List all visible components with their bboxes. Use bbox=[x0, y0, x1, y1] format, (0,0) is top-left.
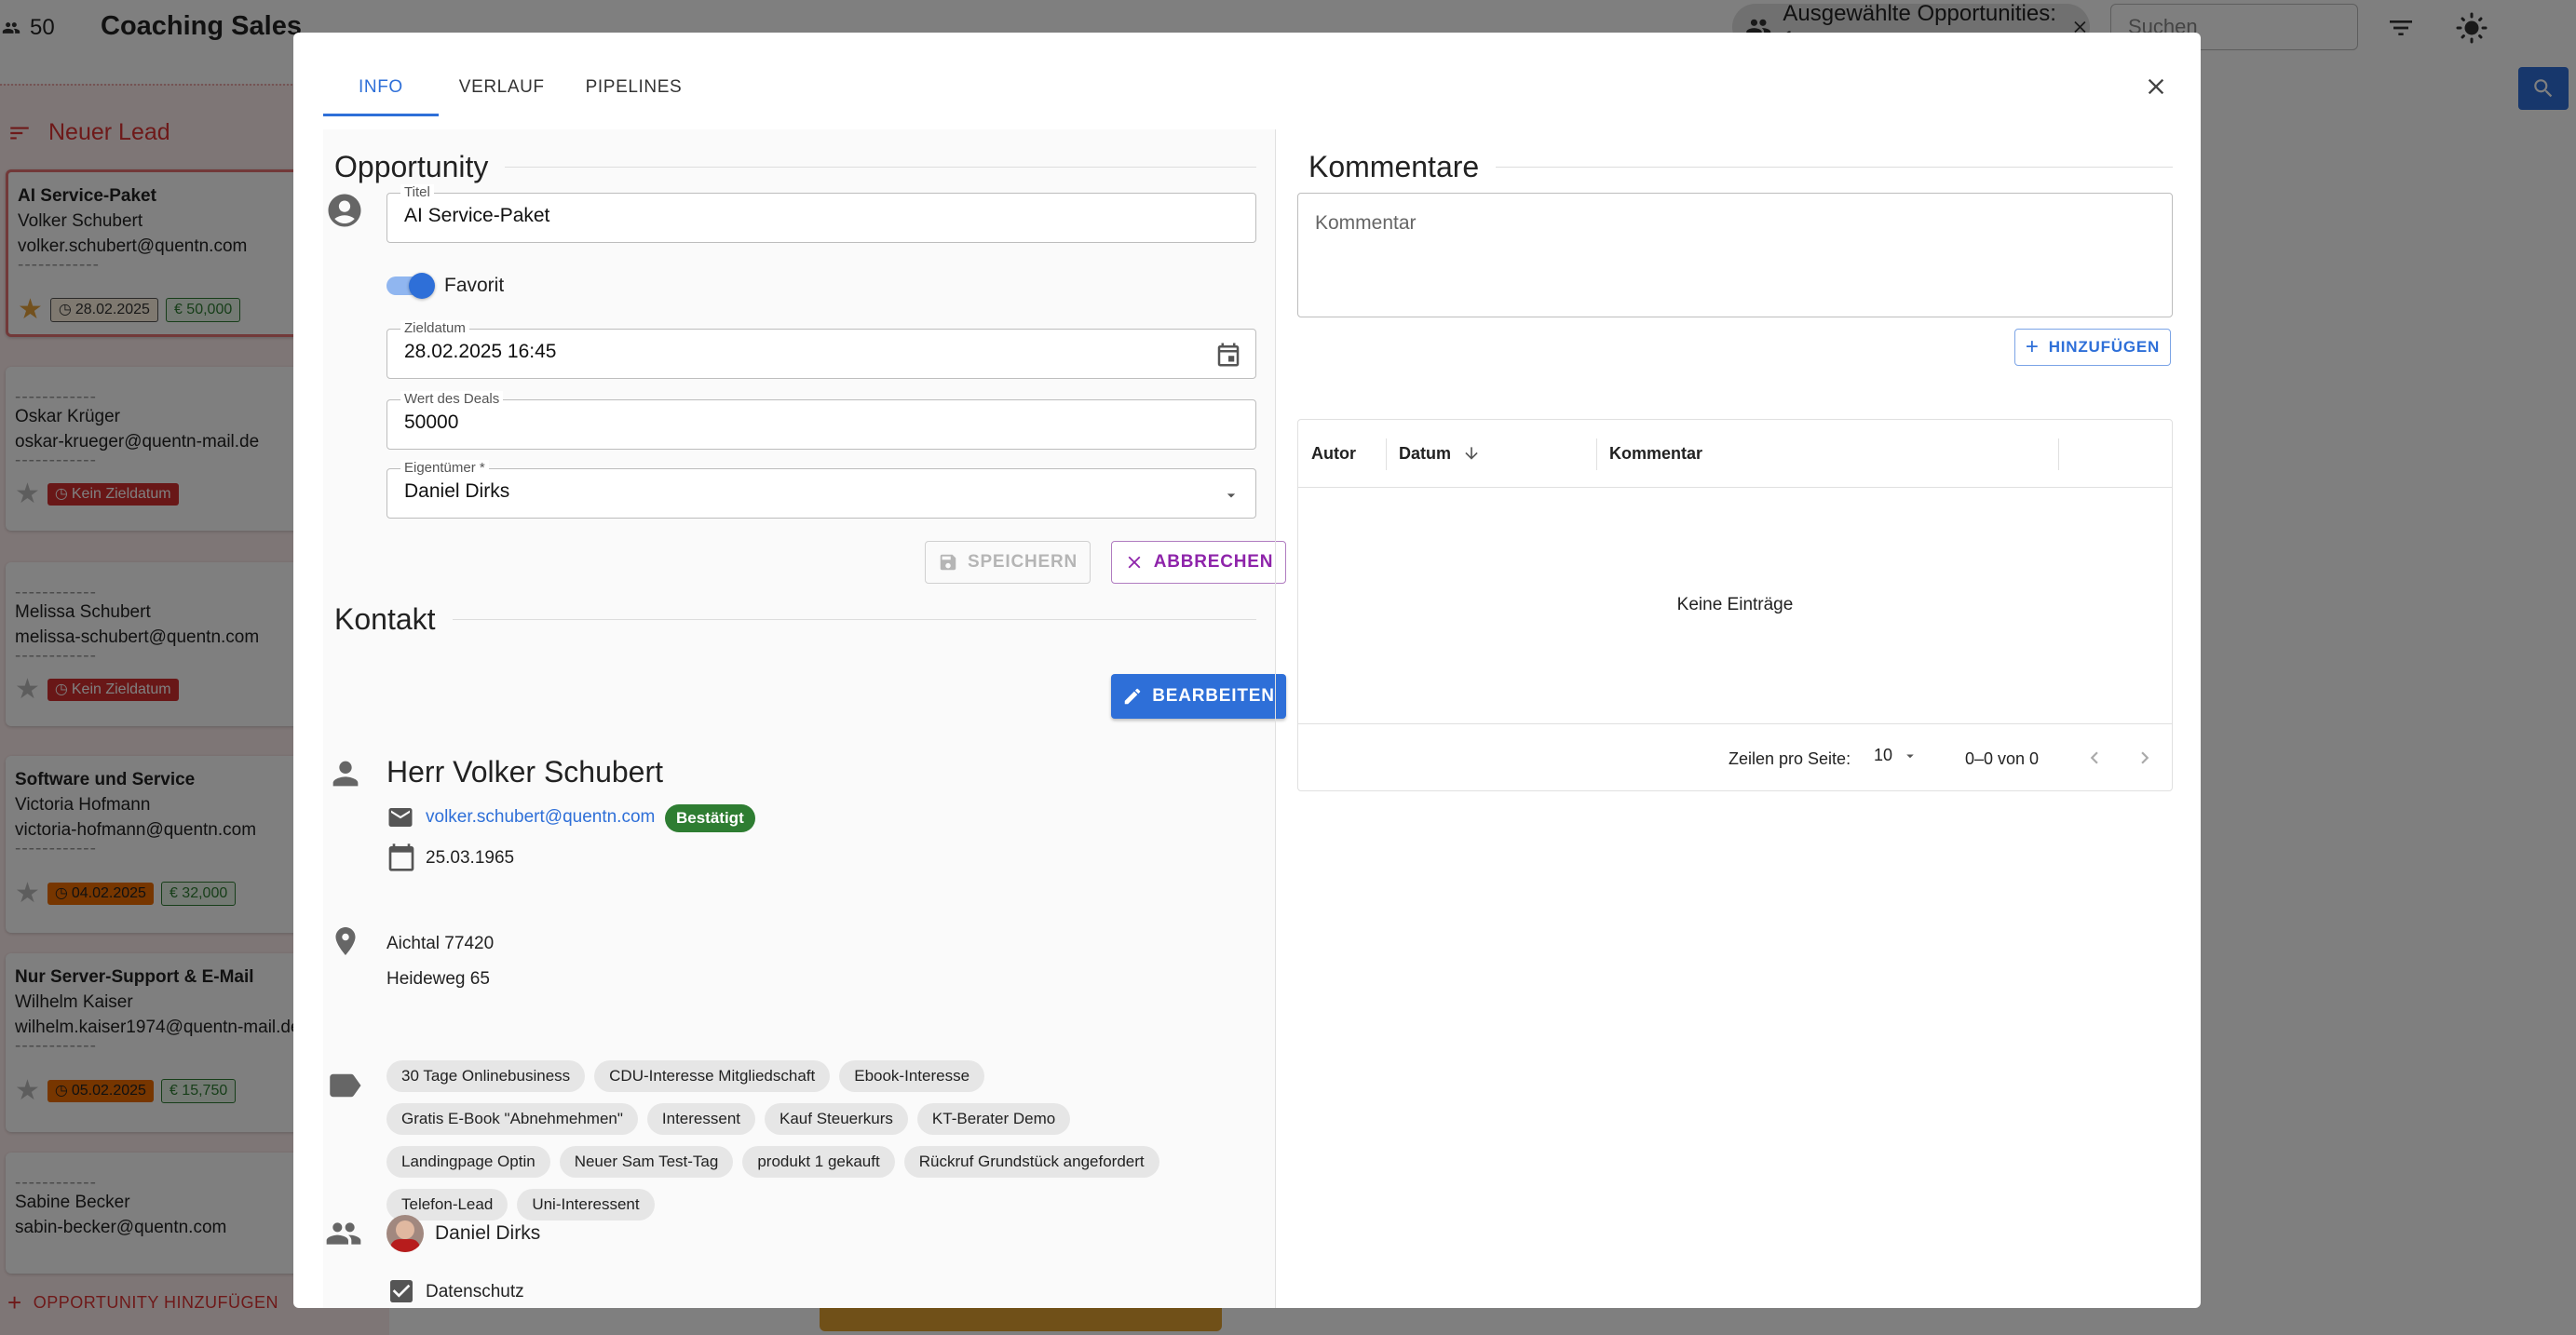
opportunity-dialog: INFO VERLAUF PIPELINES Opportunity Titel… bbox=[293, 33, 2201, 1308]
tag-chip[interactable]: Ebook-Interesse bbox=[839, 1060, 985, 1092]
tag-chip[interactable]: produkt 1 gekauft bbox=[742, 1146, 895, 1178]
tab-verlauf[interactable]: VERLAUF bbox=[439, 62, 565, 113]
deal-value-field[interactable]: Wert des Deals 50000 bbox=[386, 391, 1256, 450]
tag-chip[interactable]: KT-Berater Demo bbox=[916, 1103, 1071, 1135]
column-header-date[interactable]: Datum bbox=[1399, 420, 1481, 487]
empty-state-text: Keine Einträge bbox=[1676, 595, 1794, 614]
address-line-2: Heideweg 65 bbox=[386, 969, 490, 989]
owner-label: Eigentümer * bbox=[400, 460, 489, 477]
comment-placeholder: Kommentar bbox=[1315, 212, 1417, 234]
owner-select[interactable]: Eigentümer * Daniel Dirks bbox=[386, 460, 1256, 519]
arrow-down-icon bbox=[1465, 447, 1478, 460]
contact-tags: 30 Tage Onlinebusiness CDU-Interesse Mit… bbox=[386, 1060, 1243, 1232]
opportunity-section-title: Opportunity bbox=[334, 150, 1256, 184]
person-icon bbox=[332, 761, 359, 787]
cancel-label: ABBRECHEN bbox=[1153, 552, 1274, 572]
deal-value-input: 50000 bbox=[404, 411, 459, 433]
add-comment-label: HINZUFÜGEN bbox=[2048, 338, 2161, 356]
account-circle-icon bbox=[328, 194, 361, 227]
tag-chip[interactable]: CDU-Interesse Mitgliedschaft bbox=[594, 1060, 831, 1092]
column-header-author[interactable]: Autor bbox=[1311, 420, 1356, 487]
deal-value-label: Wert des Deals bbox=[400, 391, 504, 408]
target-date-field[interactable]: Zieldatum 28.02.2025 16:45 bbox=[386, 320, 1256, 379]
title-value: AI Service-Paket bbox=[404, 205, 550, 226]
contact-name: Herr Volker Schubert bbox=[386, 755, 664, 789]
address-line-1: Aichtal 77420 bbox=[386, 934, 495, 953]
tag-icon bbox=[330, 1073, 361, 1098]
dropdown-arrow-icon bbox=[1227, 493, 1236, 498]
location-pin-icon bbox=[335, 927, 356, 955]
checkbox-checked-icon[interactable] bbox=[386, 1276, 416, 1306]
chevron-left-icon[interactable] bbox=[2082, 746, 2107, 770]
avatar bbox=[386, 1215, 424, 1252]
info-panel: Opportunity Titel AI Service-Paket Favor… bbox=[323, 129, 1286, 1308]
save-button[interactable]: SPEICHERN bbox=[925, 541, 1091, 584]
comment-textarea[interactable]: Kommentar bbox=[1297, 193, 2173, 317]
dialog-tabs: INFO VERLAUF PIPELINES bbox=[323, 62, 703, 116]
privacy-label: Datenschutz bbox=[426, 1282, 524, 1301]
tag-chip[interactable]: Interessent bbox=[646, 1103, 756, 1135]
pagination-range: 0–0 von 0 bbox=[1965, 749, 2040, 768]
owner-value: Daniel Dirks bbox=[404, 480, 510, 502]
calendar-icon[interactable] bbox=[1214, 341, 1242, 369]
tag-chip[interactable]: Kauf Steuerkurs bbox=[765, 1103, 908, 1135]
comments-table: Autor Datum Kommentar Keine Einträge Zei… bbox=[1297, 419, 2173, 791]
people-icon bbox=[326, 1222, 361, 1245]
edit-label: BEARBEITEN bbox=[1152, 686, 1275, 706]
mail-icon bbox=[388, 808, 413, 827]
tab-pipelines[interactable]: PIPELINES bbox=[565, 62, 703, 113]
target-date-value: 28.02.2025 16:45 bbox=[404, 341, 557, 362]
tag-chip[interactable]: Neuer Sam Test-Tag bbox=[559, 1146, 734, 1178]
edit-contact-button[interactable]: BEARBEITEN bbox=[1111, 674, 1286, 719]
save-icon bbox=[940, 554, 956, 571]
plus-icon: + bbox=[2025, 334, 2040, 359]
rows-per-page-select[interactable]: 10 bbox=[1874, 746, 1918, 765]
save-label: SPEICHERN bbox=[967, 552, 1078, 572]
tag-chip[interactable]: Rückruf Grundstück angefordert bbox=[903, 1146, 1159, 1178]
target-date-label: Zieldatum bbox=[400, 320, 469, 337]
title-field[interactable]: Titel AI Service-Paket bbox=[386, 184, 1256, 243]
column-header-comment[interactable]: Kommentar bbox=[1609, 420, 1702, 487]
email-status-badge: Bestätigt bbox=[665, 804, 755, 832]
tag-chip[interactable]: Landingpage Optin bbox=[386, 1146, 550, 1178]
comments-panel: Kommentare Kommentar + HINZUFÜGEN Autor … bbox=[1297, 129, 2173, 1308]
tag-chip[interactable]: 30 Tage Onlinebusiness bbox=[386, 1060, 586, 1092]
close-dialog-button[interactable] bbox=[2137, 68, 2175, 105]
pencil-icon bbox=[1124, 688, 1141, 705]
comments-section-title: Kommentare bbox=[1308, 150, 2173, 184]
rows-per-page-label: Zeilen pro Seite: bbox=[1729, 749, 1851, 768]
contact-birthday: 25.03.1965 bbox=[426, 848, 515, 868]
favorite-toggle[interactable] bbox=[386, 271, 435, 299]
contact-section-title: Kontakt bbox=[334, 602, 1256, 637]
calendar-icon bbox=[388, 843, 414, 871]
panel-divider bbox=[1275, 129, 1276, 1308]
cancel-button[interactable]: ABBRECHEN bbox=[1111, 541, 1286, 584]
tag-chip[interactable]: Gratis E-Book "Abnehmehmen" bbox=[386, 1103, 638, 1135]
close-icon bbox=[2148, 78, 2164, 95]
dropdown-arrow-icon bbox=[1906, 754, 1914, 758]
add-comment-button[interactable]: + HINZUFÜGEN bbox=[2014, 329, 2171, 366]
tag-chip[interactable]: Uni-Interessent bbox=[517, 1189, 655, 1220]
close-icon bbox=[1128, 556, 1141, 569]
favorite-label: Favorit bbox=[444, 275, 505, 296]
owner-name: Daniel Dirks bbox=[435, 1222, 541, 1244]
chevron-right-icon[interactable] bbox=[2133, 746, 2157, 770]
contact-email-link[interactable]: volker.schubert@quentn.com bbox=[426, 807, 655, 828]
tab-info[interactable]: INFO bbox=[323, 62, 439, 116]
title-label: Titel bbox=[400, 184, 434, 201]
